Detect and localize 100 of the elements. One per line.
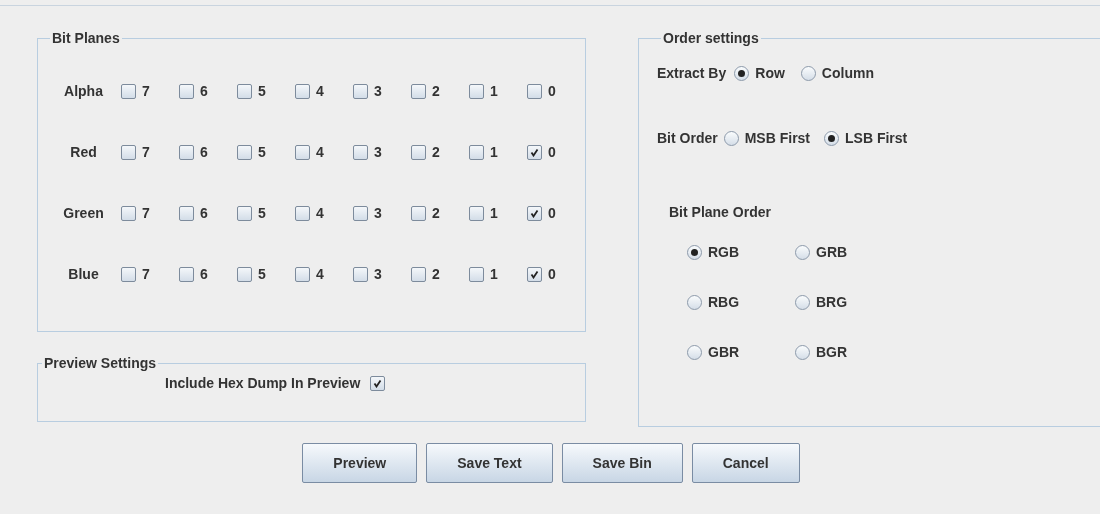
checkbox[interactable] bbox=[237, 145, 252, 160]
checkbox[interactable] bbox=[237, 267, 252, 282]
bit-label: 3 bbox=[374, 82, 382, 101]
radio-button[interactable] bbox=[795, 295, 810, 310]
radio-label: GBR bbox=[708, 343, 740, 362]
radio-label: Row bbox=[755, 63, 785, 83]
checkbox[interactable] bbox=[469, 145, 484, 160]
hex-dump-label: Include Hex Dump In Preview bbox=[165, 374, 361, 393]
bit-label: 6 bbox=[200, 143, 208, 162]
bit-label: 1 bbox=[490, 143, 498, 162]
channel-label: Red bbox=[69, 143, 98, 162]
bit-label: 1 bbox=[490, 265, 498, 284]
bit-order-label: Bit Order bbox=[657, 128, 718, 148]
checkbox[interactable] bbox=[179, 145, 194, 160]
checkbox[interactable] bbox=[295, 267, 310, 282]
bit-label: 1 bbox=[490, 82, 498, 101]
checkbox[interactable] bbox=[121, 145, 136, 160]
group-title: Bit Planes bbox=[51, 29, 121, 47]
checkbox[interactable] bbox=[411, 84, 426, 99]
radio-label: GRB bbox=[816, 243, 848, 262]
bit-label: 4 bbox=[316, 204, 324, 223]
checkbox[interactable] bbox=[353, 267, 368, 282]
radio-button[interactable] bbox=[687, 245, 702, 260]
checkbox[interactable] bbox=[295, 145, 310, 160]
radio-button[interactable] bbox=[687, 345, 702, 360]
radio-button[interactable] bbox=[800, 65, 816, 81]
bit-plane-order-label: Bit Plane Order bbox=[669, 203, 771, 222]
bit-label: 7 bbox=[142, 204, 150, 223]
bit-label: 2 bbox=[432, 204, 440, 223]
check-icon bbox=[530, 209, 539, 218]
checkbox[interactable] bbox=[121, 267, 136, 282]
extract-by-label: Extract By bbox=[657, 63, 727, 83]
checkbox[interactable] bbox=[527, 145, 542, 160]
checkbox[interactable] bbox=[179, 267, 194, 282]
bit-label: 7 bbox=[142, 82, 150, 101]
bit-label: 3 bbox=[374, 265, 382, 284]
bit-label: 4 bbox=[316, 265, 324, 284]
bit-label: 5 bbox=[258, 82, 266, 101]
checkbox[interactable] bbox=[295, 206, 310, 221]
check-icon bbox=[530, 270, 539, 279]
checkbox[interactable] bbox=[527, 206, 542, 221]
radio-button[interactable] bbox=[795, 245, 810, 260]
checkbox[interactable] bbox=[411, 267, 426, 282]
radio-label: BGR bbox=[816, 343, 848, 362]
checkbox[interactable] bbox=[411, 145, 426, 160]
radio-label: MSB First bbox=[744, 128, 811, 148]
bit-label: 7 bbox=[142, 265, 150, 284]
radio-label: BRG bbox=[816, 293, 848, 312]
radio-button[interactable] bbox=[734, 65, 750, 81]
bit-label: 4 bbox=[316, 143, 324, 162]
bit-label: 0 bbox=[548, 204, 556, 223]
checkbox[interactable] bbox=[469, 206, 484, 221]
bit-label: 0 bbox=[548, 82, 556, 101]
checkbox[interactable] bbox=[121, 84, 136, 99]
bit-label: 5 bbox=[258, 204, 266, 223]
checkbox[interactable] bbox=[527, 84, 542, 99]
checkbox[interactable] bbox=[237, 84, 252, 99]
checkbox[interactable] bbox=[411, 206, 426, 221]
checkbox[interactable] bbox=[295, 84, 310, 99]
radio-button[interactable] bbox=[723, 130, 739, 146]
bit-label: 0 bbox=[548, 143, 556, 162]
bit-label: 6 bbox=[200, 204, 208, 223]
checkbox[interactable] bbox=[370, 376, 386, 391]
dialog-button[interactable]: Save Text bbox=[426, 443, 553, 483]
dialog-button[interactable]: Save Bin bbox=[561, 443, 683, 483]
bit-label: 2 bbox=[432, 82, 440, 101]
checkbox[interactable] bbox=[179, 206, 194, 221]
bit-label: 6 bbox=[200, 265, 208, 284]
radio-label: LSB First bbox=[845, 128, 908, 148]
channel-label: Blue bbox=[67, 265, 100, 284]
check-icon bbox=[373, 379, 383, 388]
checkbox[interactable] bbox=[353, 206, 368, 221]
radio-button[interactable] bbox=[687, 295, 702, 310]
bit-label: 2 bbox=[432, 143, 440, 162]
bit-label: 5 bbox=[258, 143, 266, 162]
checkbox[interactable] bbox=[353, 84, 368, 99]
bit-label: 6 bbox=[200, 82, 208, 101]
checkbox[interactable] bbox=[527, 267, 542, 282]
dialog-button[interactable]: Cancel bbox=[691, 443, 800, 483]
radio-button[interactable] bbox=[824, 130, 840, 146]
checkbox[interactable] bbox=[353, 145, 368, 160]
channel-label: Alpha bbox=[63, 82, 104, 101]
bit-label: 3 bbox=[374, 143, 382, 162]
checkbox[interactable] bbox=[469, 84, 484, 99]
bit-label: 0 bbox=[548, 265, 556, 284]
bit-label: 2 bbox=[432, 265, 440, 284]
radio-label: RBG bbox=[708, 293, 740, 312]
radio-button[interactable] bbox=[795, 345, 810, 360]
group-title: Order settings bbox=[662, 29, 760, 47]
bit-label: 1 bbox=[490, 204, 498, 223]
bit-label: 3 bbox=[374, 204, 382, 223]
checkbox[interactable] bbox=[469, 267, 484, 282]
channel-label: Green bbox=[62, 204, 105, 223]
checkbox[interactable] bbox=[121, 206, 136, 221]
checkbox[interactable] bbox=[237, 206, 252, 221]
bit-label: 5 bbox=[258, 265, 266, 284]
checkbox[interactable] bbox=[179, 84, 194, 99]
dialog-button[interactable]: Preview bbox=[302, 443, 418, 483]
bit-label: 7 bbox=[142, 143, 150, 162]
group-title: Preview Settings bbox=[43, 354, 158, 372]
